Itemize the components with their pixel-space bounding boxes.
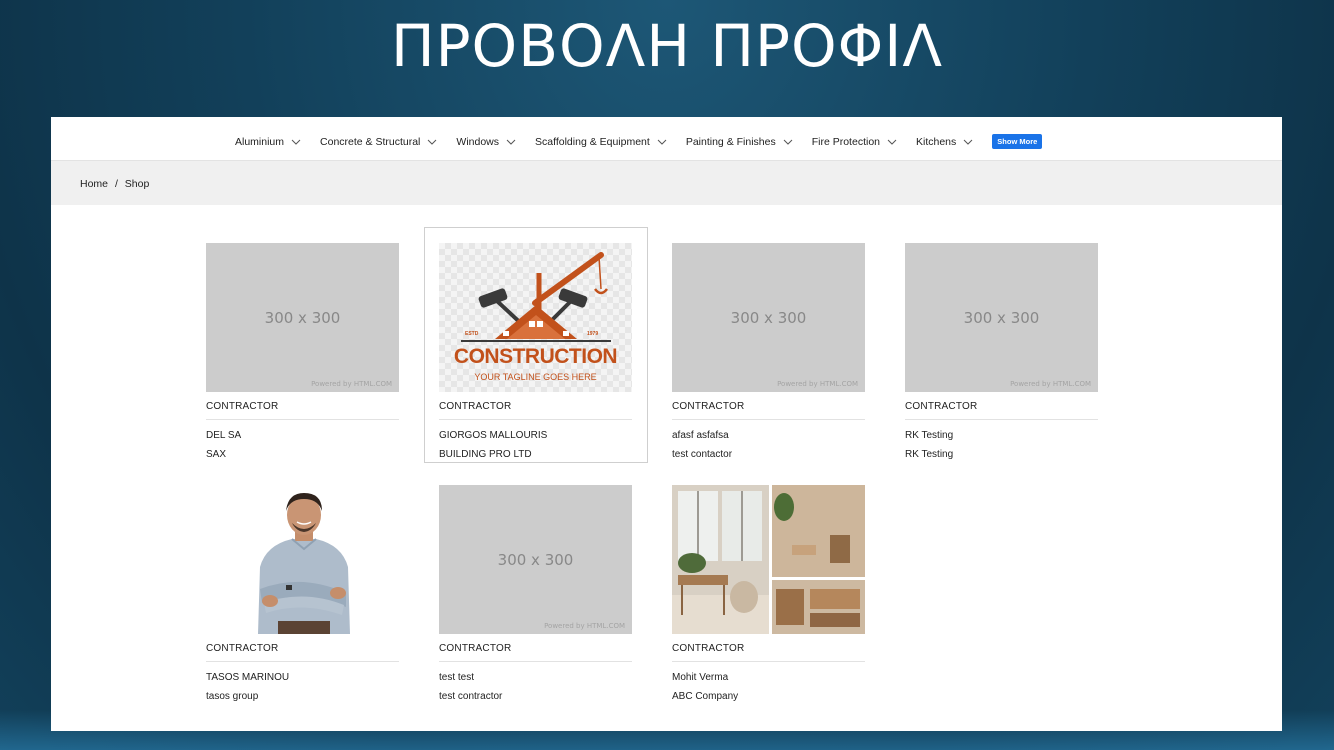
chevron-down-icon [783, 139, 793, 145]
placeholder-image[interactable]: 300 x 300 Powered by HTML.COM [439, 485, 632, 634]
breadcrumb-separator: / [114, 178, 118, 190]
placeholder-image[interactable]: 300 x 300 Powered by HTML.COM [672, 243, 865, 392]
card-contractor-name[interactable]: DEL SA [206, 430, 241, 441]
card-divider [439, 661, 632, 662]
chevron-down-icon [657, 139, 667, 145]
website-screenshot: Aluminium Concrete & Structural Windows … [51, 117, 1282, 731]
top-navigation: Aluminium Concrete & Structural Windows … [51, 117, 1282, 161]
logo-tagline: YOUR TAGLINE GOES HERE [474, 372, 597, 382]
nav-item-aluminium[interactable]: Aluminium [235, 136, 301, 148]
nav-item-label: Fire Protection [811, 135, 880, 148]
card-contractor-name[interactable]: TASOS MARINOU [206, 672, 289, 683]
card-company-name: SAX [206, 449, 227, 460]
nav-item-label: Windows [456, 135, 500, 148]
contractor-photo[interactable] [206, 485, 399, 634]
card-category: CONTRACTOR [672, 401, 745, 412]
placeholder-size-text: 300 x 300 [730, 309, 807, 327]
placeholder-powered-text: Powered by HTML.COM [777, 380, 858, 388]
placeholder-powered-text: Powered by HTML.COM [1010, 380, 1091, 388]
chevron-down-icon [963, 139, 973, 145]
card-category: CONTRACTOR [439, 401, 512, 412]
card-divider [672, 419, 865, 420]
construction-logo-image[interactable]: ESTD 1979 CONSTRUCTION YOUR TAGLINE GOES… [439, 243, 632, 392]
construction-logo-graphic [461, 252, 611, 342]
card-category: CONTRACTOR [206, 643, 279, 654]
interior-collage-image[interactable] [672, 485, 865, 634]
nav-item-fire-protection[interactable]: Fire Protection [812, 136, 897, 148]
logo-wordmark: CONSTRUCTION [453, 345, 618, 368]
placeholder-size-text: 300 x 300 [963, 309, 1040, 327]
nav-item-label: Painting & Finishes [685, 135, 776, 148]
show-more-button[interactable]: Show More [992, 134, 1043, 149]
placeholder-image[interactable]: 300 x 300 Powered by HTML.COM [905, 243, 1098, 392]
breadcrumb-current: Shop [124, 178, 150, 190]
chevron-down-icon [428, 139, 437, 145]
card-company-name: tasos group [206, 691, 259, 702]
card-contractor-name[interactable]: Mohit Verma [672, 672, 728, 683]
card-divider [905, 419, 1098, 420]
card-contractor-name[interactable]: test test [439, 672, 474, 683]
breadcrumb-bar: Home / Shop [51, 161, 1282, 205]
person-photo-graphic [258, 493, 350, 634]
card-company-name: RK Testing [905, 449, 954, 460]
nav-item-painting-finishes[interactable]: Painting & Finishes [686, 136, 793, 148]
card-divider [672, 661, 865, 662]
card-company-name: test contractor [439, 691, 503, 702]
nav-item-concrete-structural[interactable]: Concrete & Structural [320, 136, 437, 148]
card-divider [206, 661, 399, 662]
card-divider [439, 419, 632, 420]
card-contractor-name[interactable]: afasf asfafsa [672, 430, 729, 441]
breadcrumb: Home / Shop [80, 178, 149, 190]
logo-year-text: 1979 [587, 331, 599, 337]
card-company-name: test contactor [672, 449, 733, 460]
chevron-down-icon [887, 139, 897, 145]
breadcrumb-home[interactable]: Home [80, 178, 108, 190]
card-contractor-name[interactable]: RK Testing [905, 430, 953, 441]
card-category: CONTRACTOR [672, 643, 745, 654]
logo-estd-text: ESTD [465, 331, 479, 337]
placeholder-size-text: 300 x 300 [264, 309, 341, 327]
card-company-name: BUILDING PRO LTD [439, 449, 532, 460]
nav-item-scaffolding-equipment[interactable]: Scaffolding & Equipment [535, 136, 667, 148]
nav-item-label: Scaffolding & Equipment [535, 135, 650, 148]
card-contractor-name[interactable]: GIORGOS MALLOURIS [439, 430, 547, 441]
chevron-down-icon [291, 139, 301, 145]
card-category: CONTRACTOR [439, 643, 512, 654]
interior-collage-graphic [672, 485, 865, 634]
card-divider [206, 419, 399, 420]
slide-title: ΠΡΟΒΟΛΗ ΠΡΟΦΙΛ [390, 12, 944, 80]
placeholder-powered-text: Powered by HTML.COM [311, 380, 392, 388]
nav-item-windows[interactable]: Windows [456, 136, 516, 148]
placeholder-size-text: 300 x 300 [497, 551, 574, 569]
placeholder-image[interactable]: 300 x 300 Powered by HTML.COM [206, 243, 399, 392]
placeholder-powered-text: Powered by HTML.COM [544, 622, 625, 630]
card-category: CONTRACTOR [206, 401, 279, 412]
nav-item-label: Kitchens [916, 135, 957, 148]
nav-item-kitchens[interactable]: Kitchens [916, 136, 973, 148]
card-company-name: ABC Company [672, 691, 739, 702]
nav-item-label: Concrete & Structural [320, 135, 421, 148]
chevron-down-icon [506, 139, 516, 145]
card-category: CONTRACTOR [905, 401, 978, 412]
nav-item-label: Aluminium [235, 135, 285, 148]
